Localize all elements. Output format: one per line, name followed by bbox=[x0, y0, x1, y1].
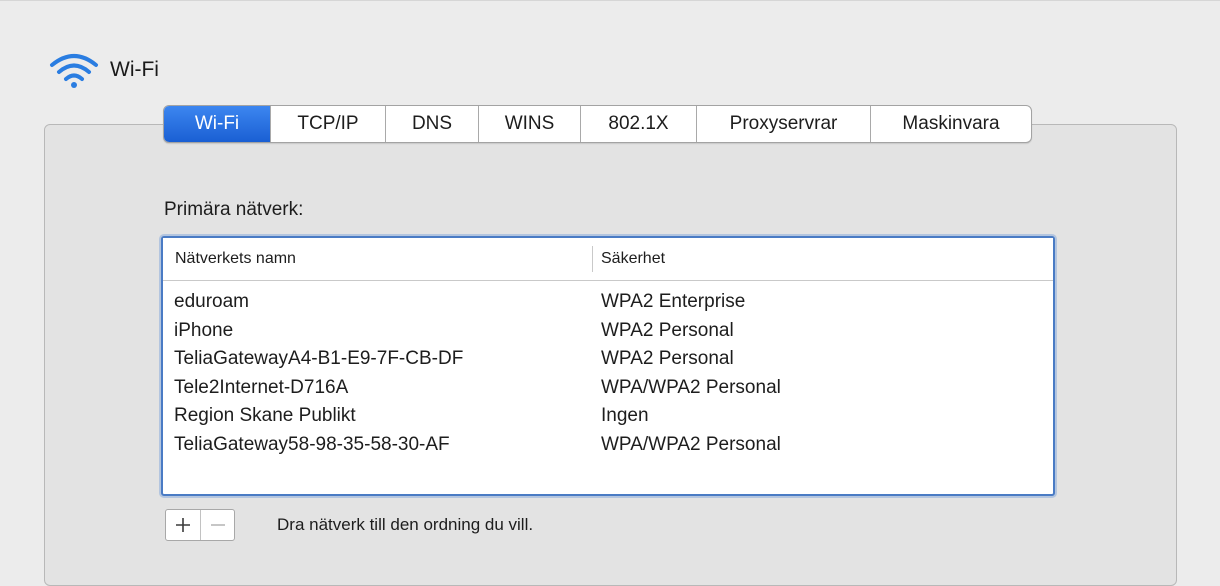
table-row[interactable]: iPhone WPA2 Personal bbox=[163, 317, 1053, 346]
column-header-network-name[interactable]: Nätverkets namn bbox=[175, 238, 296, 280]
tab-8021x[interactable]: 802.1X bbox=[580, 106, 696, 142]
network-security: WPA2 Enterprise bbox=[601, 291, 746, 312]
table-row[interactable]: Tele2Internet-D716A WPA/WPA2 Personal bbox=[163, 374, 1053, 403]
add-remove-buttons bbox=[165, 509, 235, 541]
network-name: TeliaGatewayA4-B1-E9-7F-CB-DF bbox=[174, 348, 464, 369]
table-row[interactable]: Region Skane Publikt Ingen bbox=[163, 402, 1053, 431]
table-header: Nätverkets namn Säkerhet bbox=[163, 238, 1053, 281]
reorder-hint: Dra nätverk till den ordning du vill. bbox=[277, 515, 534, 534]
tab-bar: Wi-Fi TCP/IP DNS WINS 802.1X Proxyservra… bbox=[163, 105, 1032, 143]
preferred-networks-label: Primära nätverk: bbox=[164, 199, 304, 220]
network-name: TeliaGateway58-98-35-58-30-AF bbox=[174, 433, 450, 455]
tab-proxyservrar[interactable]: Proxyservrar bbox=[696, 106, 870, 142]
column-divider[interactable] bbox=[592, 246, 593, 272]
panel-header: Wi-Fi bbox=[48, 50, 159, 90]
table-body: eduroam WPA2 Enterprise iPhone WPA2 Pers… bbox=[163, 288, 1053, 459]
add-network-button[interactable] bbox=[166, 510, 200, 540]
plus-icon bbox=[176, 518, 190, 532]
network-security: Ingen bbox=[601, 405, 649, 426]
network-name: Tele2Internet-D716A bbox=[174, 376, 349, 398]
network-security: WPA2 Personal bbox=[601, 319, 734, 341]
table-row[interactable]: TeliaGateway58-98-35-58-30-AF WPA/WPA2 P… bbox=[163, 431, 1053, 460]
window-top-border bbox=[0, 0, 1220, 1]
table-row[interactable]: TeliaGatewayA4-B1-E9-7F-CB-DF WPA2 Perso… bbox=[163, 345, 1053, 374]
wifi-icon bbox=[50, 54, 98, 88]
network-name: eduroam bbox=[174, 291, 249, 312]
remove-network-button[interactable] bbox=[200, 510, 234, 540]
page-title: Wi-Fi bbox=[110, 58, 159, 81]
network-security: WPA2 Personal bbox=[601, 348, 734, 369]
tab-maskinvara[interactable]: Maskinvara bbox=[870, 106, 1031, 142]
network-name: iPhone bbox=[174, 319, 234, 341]
network-name: Region Skane Publikt bbox=[174, 405, 356, 426]
tab-wins[interactable]: WINS bbox=[478, 106, 580, 142]
column-header-security[interactable]: Säkerhet bbox=[601, 238, 665, 280]
minus-icon bbox=[210, 524, 225, 526]
tab-dns[interactable]: DNS bbox=[385, 106, 478, 142]
network-security: WPA/WPA2 Personal bbox=[601, 376, 781, 398]
preferred-networks-table[interactable]: Nätverkets namn Säkerhet eduroam WPA2 En… bbox=[161, 236, 1055, 496]
network-security: WPA/WPA2 Personal bbox=[601, 433, 781, 455]
tab-wifi[interactable]: Wi-Fi bbox=[164, 106, 270, 142]
tab-tcpip[interactable]: TCP/IP bbox=[270, 106, 385, 142]
table-row[interactable]: eduroam WPA2 Enterprise bbox=[163, 288, 1053, 317]
